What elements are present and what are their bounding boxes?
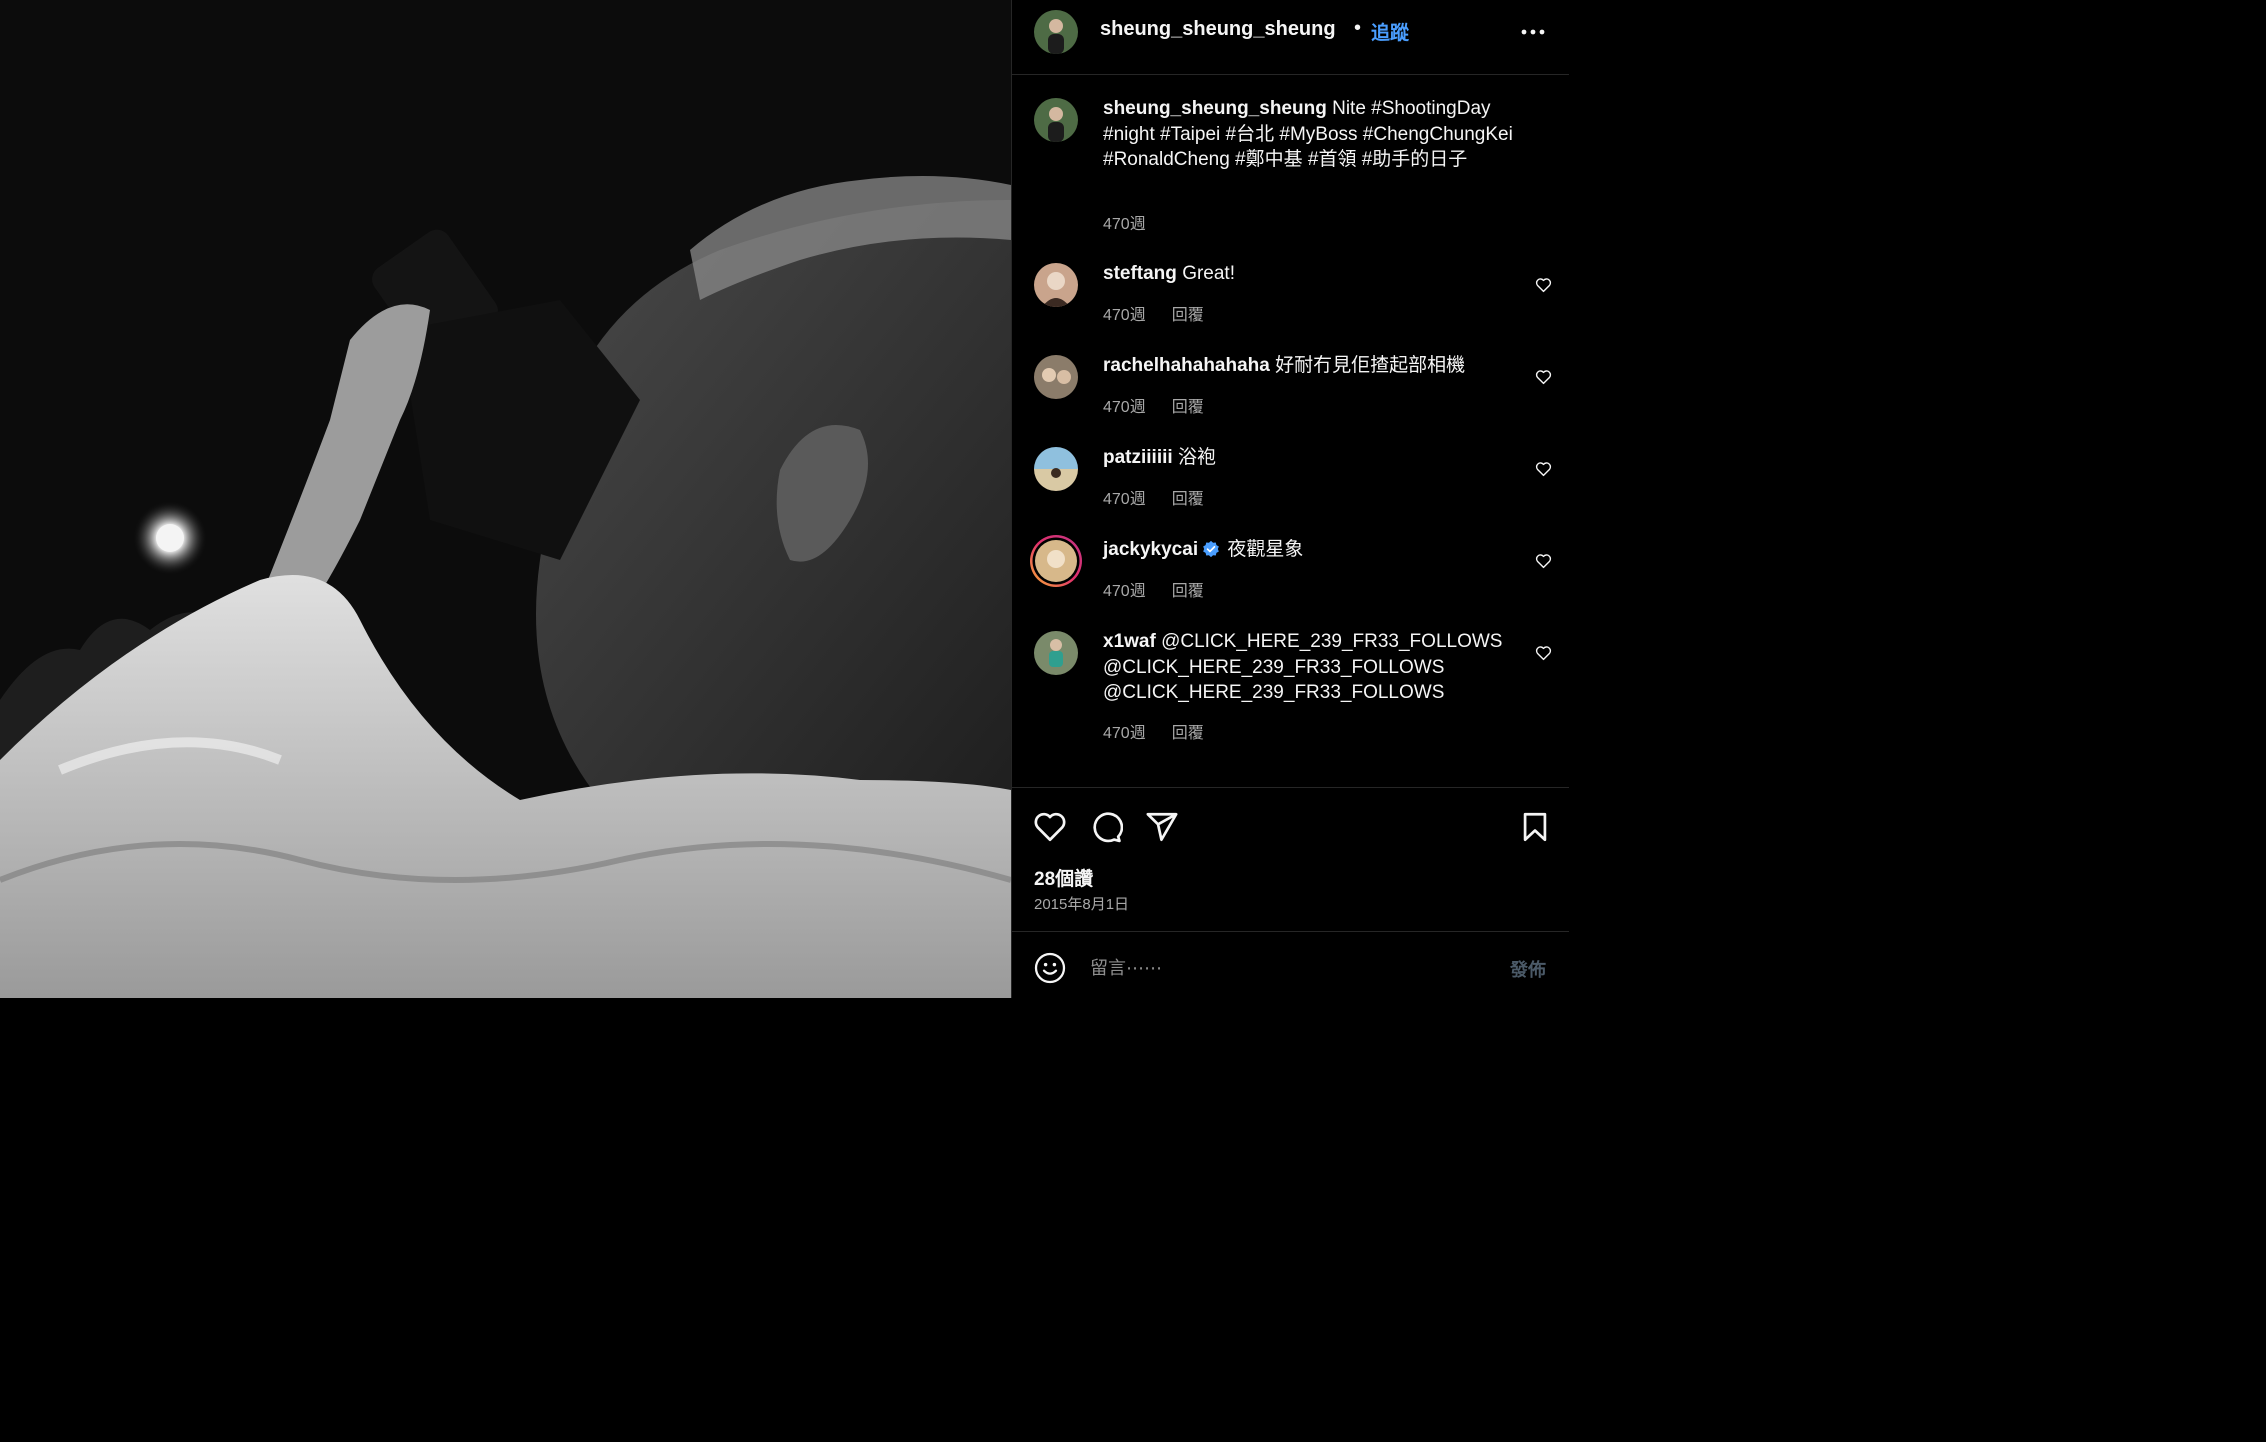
comment-meta: 470週 回覆 (1103, 577, 1230, 601)
reply-button[interactable]: 回覆 (1172, 725, 1204, 742)
comment-body: @CLICK_HERE_239_FR33_FOLLOWS @CLICK_HERE… (1103, 631, 1503, 703)
comment-age[interactable]: 470週 (1103, 725, 1146, 742)
comment-username[interactable]: jackykycai (1103, 539, 1198, 560)
caption-avatar[interactable] (1034, 98, 1078, 142)
comment-like-heart-icon[interactable] (1535, 553, 1552, 569)
save-bookmark-icon[interactable] (1518, 810, 1552, 844)
commenter-avatar-story-ring[interactable] (1029, 534, 1083, 588)
separator-dot: • (1354, 17, 1362, 39)
post-side-panel: sheung_sheung_sheung • 追蹤 sheung_sheung_… (1011, 0, 1569, 999)
likes-count[interactable]: 28個讚 (1034, 864, 1093, 891)
comment-text: rachelhahahahaha 好耐冇見佢揸起部相機 (1103, 353, 1533, 379)
emoji-icon[interactable] (1034, 952, 1066, 984)
comment-age[interactable]: 470週 (1103, 491, 1146, 508)
post-image (0, 0, 1011, 998)
comment-username[interactable]: steftang (1103, 263, 1177, 284)
comment-like-heart-icon[interactable] (1535, 369, 1552, 385)
comment-text: jackykycai 夜觀星象 (1103, 537, 1533, 563)
comment-meta: 470週 回覆 (1103, 719, 1230, 743)
caption-age[interactable]: 470週 (1103, 216, 1146, 233)
comment-text: x1waf @CLICK_HERE_239_FR33_FOLLOWS @CLIC… (1103, 629, 1533, 706)
comment-body: 浴袍 (1177, 447, 1216, 468)
author-username[interactable]: sheung_sheung_sheung (1100, 18, 1336, 41)
reply-button[interactable]: 回覆 (1172, 307, 1204, 324)
comment-text: steftang Great! (1103, 261, 1533, 287)
comment-like-heart-icon[interactable] (1535, 277, 1552, 293)
post-comment-button[interactable]: 發佈 (1510, 956, 1546, 982)
comment-username[interactable]: patziiiiii (1103, 447, 1173, 468)
reply-button[interactable]: 回覆 (1172, 399, 1204, 416)
comment-like-heart-icon[interactable] (1535, 645, 1552, 661)
like-heart-icon[interactable] (1033, 810, 1067, 844)
commenter-avatar[interactable] (1034, 447, 1078, 491)
post-header: sheung_sheung_sheung • 追蹤 (1012, 0, 1569, 75)
comment-body: 好耐冇見佢揸起部相機 (1275, 355, 1466, 376)
comment-meta: 470週 回覆 (1103, 393, 1230, 417)
reply-button[interactable]: 回覆 (1172, 583, 1204, 600)
share-send-icon[interactable] (1145, 810, 1179, 844)
comment-meta: 470週 回覆 (1103, 485, 1230, 509)
comment-composer: 發佈 (1012, 931, 1569, 999)
caption-text: sheung_sheung_sheung Nite #ShootingDay #… (1103, 96, 1533, 173)
commenter-avatar[interactable] (1034, 631, 1078, 675)
commenter-avatar[interactable] (1034, 263, 1078, 307)
comment-bubble-icon[interactable] (1089, 810, 1123, 844)
comment-username[interactable]: rachelhahahahaha (1103, 355, 1270, 376)
follow-button[interactable]: 追蹤 (1371, 18, 1409, 45)
comment-text: patziiiiii 浴袍 (1103, 445, 1533, 471)
post-photo[interactable] (0, 0, 1011, 998)
caption-meta: 470週 (1103, 210, 1172, 234)
comment-age[interactable]: 470週 (1103, 307, 1146, 324)
more-options-icon[interactable] (1520, 22, 1546, 42)
comment-input[interactable] (1088, 950, 1472, 986)
comment-like-heart-icon[interactable] (1535, 461, 1552, 477)
verified-badge-icon (1203, 540, 1219, 558)
caption-username[interactable]: sheung_sheung_sheung (1103, 98, 1327, 119)
post-date[interactable]: 2015年8月1日 (1034, 893, 1129, 914)
comment-body: 夜觀星象 (1227, 539, 1304, 560)
comment-age[interactable]: 470週 (1103, 399, 1146, 416)
commenter-avatar[interactable] (1034, 355, 1078, 399)
post-actions: 28個讚 2015年8月1日 (1012, 787, 1569, 931)
comments-list[interactable]: sheung_sheung_sheung Nite #ShootingDay #… (1012, 75, 1569, 787)
comment-username[interactable]: x1waf (1103, 631, 1156, 652)
comment-age[interactable]: 470週 (1103, 583, 1146, 600)
reply-button[interactable]: 回覆 (1172, 491, 1204, 508)
comment-meta: 470週 回覆 (1103, 301, 1230, 325)
author-avatar[interactable] (1034, 10, 1078, 54)
comment-body: Great! (1182, 263, 1235, 284)
